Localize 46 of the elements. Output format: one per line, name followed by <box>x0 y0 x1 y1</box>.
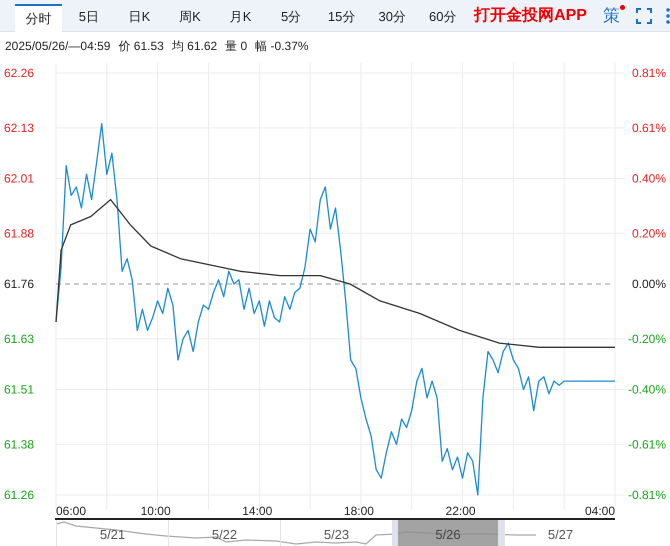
strategy-button[interactable]: 策 <box>600 2 622 28</box>
info-time: 2025/05/26/—04:59 <box>5 38 110 55</box>
info-text: 价 61.53 <box>118 38 164 55</box>
tab[interactable]: 月K <box>217 3 264 31</box>
info-text: 均 61.62 <box>172 38 218 55</box>
percent-axis-label: -0.40% <box>628 382 666 396</box>
price-axis-label: 62.13 <box>4 120 34 135</box>
tab[interactable]: 30分 <box>368 3 416 31</box>
tab[interactable]: 分时 <box>15 4 62 32</box>
tab[interactable]: 5分 <box>268 3 314 31</box>
info-text: 幅 -0.37% <box>255 38 309 55</box>
price-axis-label: 61.76 <box>4 277 34 291</box>
percent-axis-label: -0.81% <box>628 488 666 502</box>
price-axis-label: 61.88 <box>4 226 34 240</box>
tab[interactable]: 15分 <box>318 3 365 31</box>
navigator-day[interactable]: 5/22 <box>168 520 280 546</box>
selected-range[interactable]: 5/26 <box>392 520 504 546</box>
info-text: 量 0 <box>225 38 248 55</box>
tab[interactable]: 5日 <box>66 3 112 31</box>
percent-axis-label: 0.20% <box>632 226 666 240</box>
price-axis-label: 61.26 <box>4 488 34 502</box>
navigator-day[interactable]: 5/21 <box>56 520 168 546</box>
price-axis-label: 61.38 <box>4 437 34 452</box>
time-axis-label: 14:00 <box>242 504 272 518</box>
fullscreen-icon[interactable] <box>636 8 652 24</box>
more-icon[interactable] <box>666 8 670 24</box>
time-axis-label: 10:00 <box>140 504 171 518</box>
time-axis-label: 06:00 <box>56 504 86 518</box>
price-axis-label: 62.01 <box>4 172 34 186</box>
tab[interactable]: 60分 <box>420 3 466 31</box>
tab[interactable]: 周K <box>166 3 214 31</box>
percent-axis-label: -0.61% <box>628 437 666 452</box>
navigator-day[interactable]: 5/27 <box>504 520 616 546</box>
price-axis-label: 61.51 <box>4 382 34 396</box>
price-axis-label: 62.26 <box>4 66 34 80</box>
tab[interactable]: 日K <box>116 3 163 31</box>
percent-axis-label: 0.61% <box>632 120 666 135</box>
time-axis-label: 04:00 <box>584 504 615 518</box>
time-axis-label: 18:00 <box>344 504 374 518</box>
app-link[interactable]: 打开金投网APP <box>474 4 587 28</box>
percent-axis-label: 0.81% <box>632 66 666 80</box>
percent-axis-label: -0.20% <box>628 332 666 346</box>
price-axis-label: 61.63 <box>4 332 34 346</box>
time-axis-label: 22:00 <box>446 504 476 518</box>
percent-axis-label: 0.40% <box>632 172 666 186</box>
percent-axis-label: 0.00% <box>632 277 666 291</box>
